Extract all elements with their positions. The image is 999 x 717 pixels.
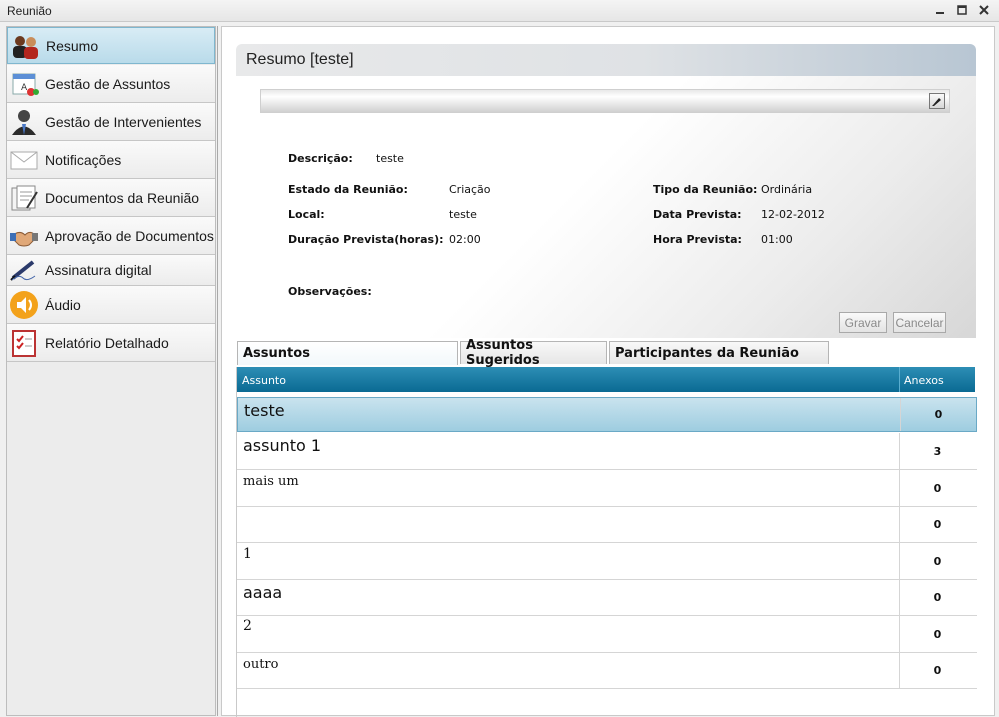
tipo-label: Tipo da Reunião: bbox=[653, 183, 758, 196]
sidebar-item-relatorio[interactable]: Relatório Detalhado bbox=[7, 324, 215, 362]
cell-anexos: 0 bbox=[899, 470, 975, 506]
page-title: Resumo [teste] bbox=[246, 51, 354, 68]
minimize-icon[interactable] bbox=[931, 2, 949, 18]
column-header-assunto[interactable]: Assunto bbox=[242, 374, 286, 387]
cell-anexos: 3 bbox=[899, 433, 975, 469]
sidebar-item-notificacoes[interactable]: Notificações bbox=[7, 141, 215, 179]
sidebar-item-aprovacao[interactable]: Aprovação de Documentos bbox=[7, 217, 215, 255]
table-row[interactable]: outro 0 bbox=[237, 653, 977, 689]
topics-icon: A bbox=[7, 67, 41, 101]
tab-participantes[interactable]: Participantes da Reunião bbox=[609, 341, 829, 364]
observacoes-label: Observações: bbox=[288, 285, 372, 298]
cancel-button[interactable]: Cancelar bbox=[893, 312, 946, 333]
cell-assunto: mais um bbox=[243, 474, 299, 489]
maximize-icon[interactable] bbox=[953, 2, 971, 18]
table-row[interactable]: 1 0 bbox=[237, 543, 977, 580]
table-header: Assunto Anexos bbox=[237, 367, 975, 392]
cell-assunto: 2 bbox=[243, 618, 252, 634]
tab-assuntos[interactable]: Assuntos bbox=[237, 341, 458, 365]
duracao-value: 02:00 bbox=[449, 233, 481, 246]
handshake-icon bbox=[7, 219, 41, 253]
cell-assunto: teste bbox=[244, 401, 285, 420]
cell-assunto: 1 bbox=[243, 546, 252, 562]
column-header-anexos[interactable]: Anexos bbox=[904, 374, 944, 387]
data-value: 12-02-2012 bbox=[761, 208, 825, 221]
cell-anexos: 0 bbox=[899, 543, 975, 579]
cell-anexos: 0 bbox=[899, 653, 975, 688]
edit-button[interactable] bbox=[929, 93, 945, 109]
window-titlebar: Reunião bbox=[0, 0, 999, 22]
table-row[interactable]: aaaa 0 bbox=[237, 580, 977, 616]
table-row[interactable]: teste 0 bbox=[237, 397, 977, 432]
sidebar-item-label: Documentos da Reunião bbox=[45, 189, 200, 206]
table-row[interactable]: 0 bbox=[237, 507, 977, 543]
sidebar-item-audio[interactable]: Áudio bbox=[7, 286, 215, 324]
save-button[interactable]: Gravar bbox=[839, 312, 887, 333]
sidebar-item-gestao-intervenientes[interactable]: Gestão de Intervenientes bbox=[7, 103, 215, 141]
data-label: Data Prevista: bbox=[653, 208, 742, 221]
sidebar-item-documentos[interactable]: Documentos da Reunião bbox=[7, 179, 215, 217]
sidebar-item-label: Resumo bbox=[46, 37, 99, 54]
estado-label: Estado da Reunião: bbox=[288, 183, 408, 196]
sidebar-item-label: Assinatura digital bbox=[45, 262, 152, 278]
tipo-value: Ordinária bbox=[761, 183, 813, 196]
sidebar-item-label: Gestão de Assuntos bbox=[45, 75, 171, 92]
sidebar-item-label: Áudio bbox=[45, 296, 81, 313]
cell-anexos: 0 bbox=[899, 580, 975, 615]
estado-value: Criação bbox=[449, 183, 491, 196]
hora-label: Hora Prevista: bbox=[653, 233, 742, 246]
speaker-icon bbox=[7, 288, 41, 322]
splitter[interactable] bbox=[217, 26, 218, 716]
table-row[interactable]: 2 0 bbox=[237, 616, 977, 653]
descricao-label: Descrição: bbox=[288, 152, 353, 165]
assuntos-table: Assunto Anexos teste 0 assunto 1 3 mais … bbox=[236, 367, 977, 717]
hora-value: 01:00 bbox=[761, 233, 793, 246]
sidebar-item-label: Gestão de Intervenientes bbox=[45, 113, 202, 130]
main-panel: Resumo [teste] Descrição: teste Estado d… bbox=[221, 26, 995, 717]
cell-anexos: 0 bbox=[899, 616, 975, 652]
local-label: Local: bbox=[288, 208, 325, 221]
table-row[interactable]: mais um 0 bbox=[237, 470, 977, 507]
window-title: Reunião bbox=[7, 4, 52, 18]
pencil-icon bbox=[931, 92, 943, 111]
sidebar: Resumo A Gestão de Assuntos Gestão de In… bbox=[6, 26, 216, 716]
duracao-label: Duração Prevista(horas): bbox=[288, 233, 444, 246]
documents-icon bbox=[7, 181, 41, 215]
cell-assunto: outro bbox=[243, 657, 279, 672]
envelope-icon bbox=[7, 143, 41, 177]
sidebar-item-label: Aprovação de Documentos bbox=[45, 227, 214, 244]
sidebar-item-label: Notificações bbox=[45, 151, 122, 168]
descricao-value: teste bbox=[376, 152, 404, 165]
pen-icon bbox=[7, 253, 41, 287]
report-icon bbox=[7, 326, 41, 360]
summary-form: Descrição: teste Estado da Reunião: Cria… bbox=[236, 76, 976, 338]
tab-strip: Assuntos Assuntos Sugeridos Participante… bbox=[236, 338, 976, 368]
sidebar-item-gestao-assuntos[interactable]: A Gestão de Assuntos bbox=[7, 65, 215, 103]
cell-assunto: assunto 1 bbox=[243, 436, 322, 455]
local-value: teste bbox=[449, 208, 477, 221]
sidebar-item-resumo[interactable]: Resumo bbox=[7, 27, 215, 64]
form-toolbar bbox=[260, 89, 950, 113]
person-icon bbox=[7, 105, 41, 139]
panel-header: Resumo [teste] bbox=[236, 44, 976, 76]
column-separator bbox=[899, 367, 900, 392]
table-row[interactable]: assunto 1 3 bbox=[237, 433, 977, 470]
cell-anexos: 0 bbox=[899, 507, 975, 542]
tab-assuntos-sugeridos[interactable]: Assuntos Sugeridos bbox=[460, 338, 607, 368]
sidebar-item-assinatura[interactable]: Assinatura digital bbox=[7, 255, 215, 286]
sidebar-item-label: Relatório Detalhado bbox=[45, 334, 169, 351]
close-icon[interactable] bbox=[975, 2, 993, 18]
svg-text:A: A bbox=[21, 83, 28, 93]
people-icon bbox=[8, 29, 42, 63]
cell-assunto: aaaa bbox=[243, 583, 283, 602]
cell-anexos: 0 bbox=[900, 398, 976, 431]
